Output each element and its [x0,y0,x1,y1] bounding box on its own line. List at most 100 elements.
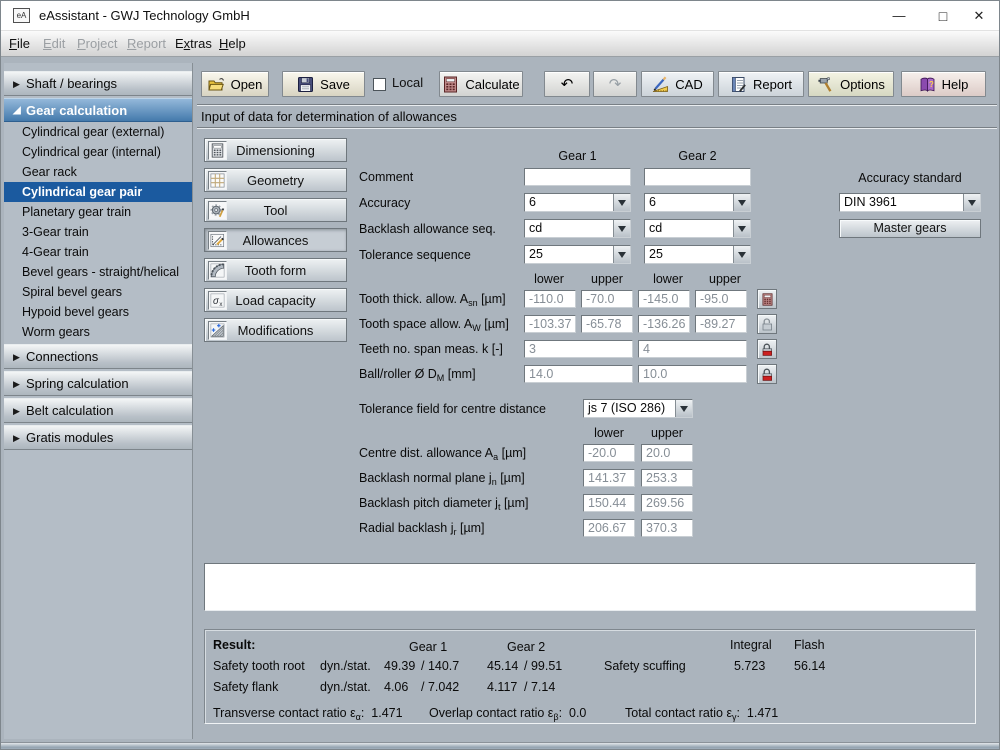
safety-flank-g1-dyn: 4.06 [384,680,409,694]
sidebar-item-4-gear-train[interactable]: 4-Gear train [4,242,192,262]
centre-dist-allowance-label: Centre dist. allowance Aa [µm] [359,446,527,462]
open-button[interactable]: Open [201,71,269,97]
col-lower-1: lower [534,272,564,286]
centre-tolerance-field-select[interactable]: js 7 (ISO 286) [583,399,693,418]
tooth-thick-calc-button[interactable] [757,289,777,309]
tooth-form-button[interactable]: Tooth form [204,258,347,282]
load-capacity-label: Load capacity [235,292,316,308]
tolerance-seq-gear2-select[interactable]: 25 [644,245,751,264]
sidebar-item-bevel-gears[interactable]: Bevel gears - straight/helical [4,262,192,282]
backlash-seq-gear2-select[interactable]: cd [644,219,751,238]
sidebar-item-gear-rack[interactable]: Gear rack [4,162,192,182]
dropdown-arrow-icon[interactable] [613,220,630,237]
dropdown-arrow-icon[interactable] [613,194,630,211]
sidebar-item-worm-gears[interactable]: Worm gears [4,322,192,342]
tooth-thick-g2-upper-input[interactable]: -95.0 [695,290,747,308]
section-label: Connections [26,349,99,364]
backlash-normal-lower-input[interactable]: 141.37 [583,469,635,487]
menu-bar: File Edit Project Report Extras Help [1,31,999,57]
allowances-button[interactable]: Allowances [204,228,347,252]
sidebar-section-shaft-bearings[interactable]: ▶ Shaft / bearings [4,71,192,96]
backlash-seq-gear1-select[interactable]: cd [524,219,631,238]
ball-roller-gear1-input[interactable]: 14.0 [524,365,633,383]
ball-roller-lock-button[interactable] [757,364,777,384]
accuracy-gear1-select[interactable]: 6 [524,193,631,212]
accuracy-gear2-select[interactable]: 6 [644,193,751,212]
tooth-space-g2-lower-input[interactable]: -136.26 [638,315,690,333]
tooth-space-g1-lower-input[interactable]: -103.37 [524,315,576,333]
geometry-button[interactable]: Geometry [204,168,347,192]
backlash-normal-upper-input[interactable]: 253.3 [641,469,693,487]
result-integral-header: Integral [730,638,772,652]
dropdown-arrow-icon[interactable] [675,400,692,417]
comment-gear1-input[interactable] [524,168,631,186]
centre-dist-upper-input[interactable]: 20.0 [641,444,693,462]
cad-button[interactable]: CAD [641,71,714,97]
tooth-thick-g1-lower-input[interactable]: -110.0 [524,290,576,308]
tooth-thick-g1-upper-input[interactable]: -70.0 [581,290,633,308]
menu-file[interactable]: File [9,31,30,56]
tooth-thick-g2-lower-input[interactable]: -145.0 [638,290,690,308]
save-button[interactable]: Save [282,71,365,97]
sidebar-item-3-gear-train[interactable]: 3-Gear train [4,222,192,242]
radial-backlash-lower-input[interactable]: 206.67 [583,519,635,537]
window-bottom-frame [1,742,999,749]
menu-report[interactable]: Report [127,31,166,56]
status-text: Input of data for determination of allow… [201,109,457,124]
tooth-space-g1-upper-input[interactable]: -65.78 [581,315,633,333]
open-label: Open [230,76,263,92]
ball-roller-gear2-input[interactable]: 10.0 [638,365,747,383]
menu-project[interactable]: Project [77,31,117,56]
dropdown-arrow-icon[interactable] [613,246,630,263]
backlash-pitch-upper-input[interactable]: 269.56 [641,494,693,512]
sidebar-section-belt-calculation[interactable]: ▶ Belt calculation [4,398,192,423]
tolerance-seq-gear1-select[interactable]: 25 [524,245,631,264]
sidebar-item-hypoid-bevel-gears[interactable]: Hypoid bevel gears [4,302,192,322]
sidebar-item-cylindrical-gear-pair[interactable]: Cylindrical gear pair [4,182,192,202]
sidebar-section-gratis-modules[interactable]: ▶ Gratis modules [4,425,192,450]
report-button[interactable]: Report [718,71,804,97]
sidebar-item-cylindrical-gear-internal[interactable]: Cylindrical gear (internal) [4,142,192,162]
accuracy-standard-select[interactable]: DIN 3961 [839,193,981,212]
calculate-button[interactable]: Calculate [439,71,523,97]
sidebar-section-connections[interactable]: ▶ Connections [4,344,192,369]
local-checkbox[interactable] [373,78,386,91]
teeth-span-gear1-input[interactable]: 3 [524,340,633,358]
dropdown-arrow-icon[interactable] [733,246,750,263]
lock-open-gray-icon [762,318,773,331]
help-button[interactable]: ? Help [901,71,986,97]
teeth-span-lock-button[interactable] [757,339,777,359]
tooth-space-lock-button[interactable] [757,314,777,334]
minimize-button[interactable]: — [877,1,921,31]
master-gears-button[interactable]: Master gears [839,219,981,238]
backlash-pitch-lower-input[interactable]: 150.44 [583,494,635,512]
undo-button[interactable]: ↶ [544,71,590,97]
tooth-space-g2-upper-input[interactable]: -89.27 [695,315,747,333]
comment-gear2-input[interactable] [644,168,751,186]
sidebar-item-planetary-gear-train[interactable]: Planetary gear train [4,202,192,222]
app-window: eA eAssistant - GWJ Technology GmbH — □ … [0,0,1000,750]
menu-edit[interactable]: Edit [43,31,65,56]
title-bar: eA eAssistant - GWJ Technology GmbH — □ … [1,1,999,31]
tooth-space-allowance-label: Tooth space allow. AW [µm] [359,317,509,333]
sidebar-section-spring-calculation[interactable]: ▶ Spring calculation [4,371,192,396]
teeth-span-gear2-input[interactable]: 4 [638,340,747,358]
radial-backlash-upper-input[interactable]: 370.3 [641,519,693,537]
dimensioning-label: Dimensioning [236,142,315,158]
tool-button[interactable]: Tool [204,198,347,222]
menu-extras[interactable]: Extras [175,31,212,56]
dropdown-arrow-icon[interactable] [963,194,980,211]
sidebar-item-spiral-bevel-gears[interactable]: Spiral bevel gears [4,282,192,302]
dropdown-arrow-icon[interactable] [733,220,750,237]
redo-button[interactable]: ↷ [593,71,637,97]
options-button[interactable]: Options [808,71,894,97]
close-button[interactable]: ✕ [957,1,999,31]
dropdown-arrow-icon[interactable] [733,194,750,211]
menu-help[interactable]: Help [219,31,246,56]
centre-dist-lower-input[interactable]: -20.0 [583,444,635,462]
dimensioning-button[interactable]: Dimensioning [204,138,347,162]
modifications-button[interactable]: Modifications [204,318,347,342]
sidebar-section-gear-calculation[interactable]: ◢ Gear calculation [4,98,192,122]
sidebar-item-cylindrical-gear-external[interactable]: Cylindrical gear (external) [4,122,192,142]
load-capacity-button[interactable]: σ x Load capacity [204,288,347,312]
